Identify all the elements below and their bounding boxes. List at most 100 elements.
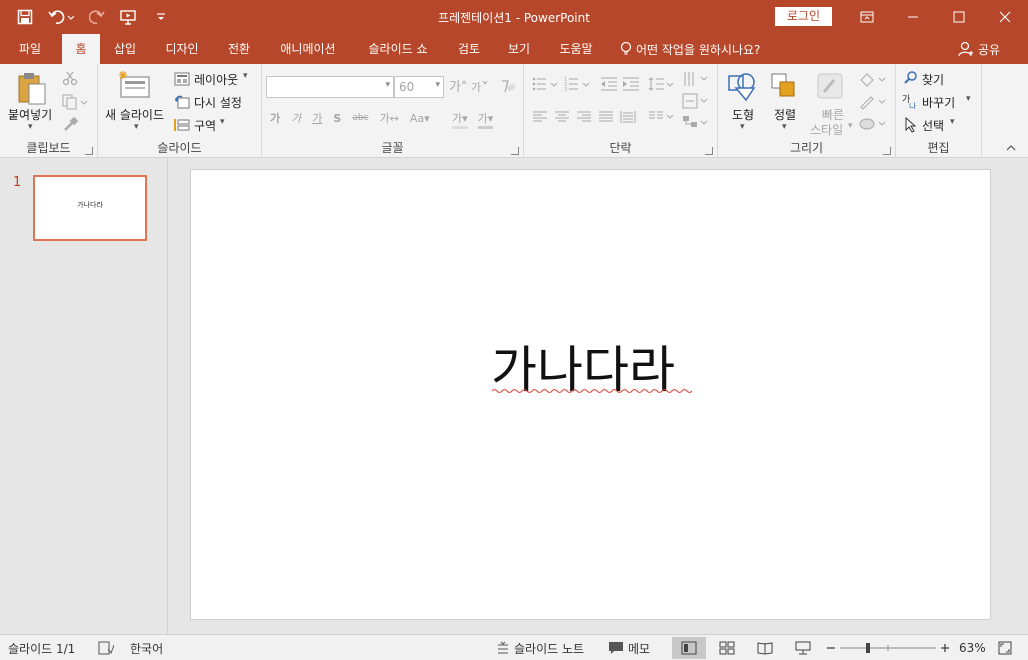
line-spacing-icon[interactable] <box>648 76 674 95</box>
increase-indent-icon[interactable] <box>622 76 640 95</box>
layout-label[interactable]: 레이아웃 <box>194 71 238 88</box>
reset-icon[interactable] <box>174 95 190 112</box>
zoom-in-icon[interactable] <box>940 635 950 660</box>
save-icon[interactable] <box>14 7 36 27</box>
smartart-icon[interactable] <box>682 114 710 135</box>
new-slide-icon[interactable] <box>118 70 152 103</box>
tab-transitions[interactable]: 전환 <box>216 34 262 64</box>
layout-dropdown-icon[interactable]: ▾ <box>243 71 248 81</box>
reset-label[interactable]: 다시 설정 <box>194 94 242 111</box>
quick-styles-dropdown-icon[interactable]: ▾ <box>848 121 853 131</box>
font-size-combobox[interactable]: 60 ▾ <box>394 76 444 98</box>
shape-fill-icon[interactable] <box>858 72 888 91</box>
distributed-icon[interactable] <box>620 110 636 124</box>
tab-design[interactable]: 디자인 <box>156 34 208 64</box>
notes-button[interactable]: 슬라이드 노트 <box>496 635 584 660</box>
clear-formatting-icon[interactable] <box>498 78 516 97</box>
slideshow-view-icon[interactable] <box>786 637 820 659</box>
underline-icon[interactable]: 가 <box>312 110 322 126</box>
replace-label[interactable]: 바꾸기 <box>922 94 955 111</box>
comments-button[interactable]: 메모 <box>608 635 650 660</box>
justify-icon[interactable] <box>598 110 614 124</box>
arrange-icon[interactable] <box>770 72 798 103</box>
slide-thumbnail[interactable]: 가나다라 <box>33 175 147 241</box>
clipboard-launcher-icon[interactable] <box>85 147 93 155</box>
close-icon[interactable] <box>982 0 1028 34</box>
share-button[interactable]: 공유 <box>958 34 1000 64</box>
paste-label[interactable]: 붙여넣기 <box>8 106 52 123</box>
paste-dropdown-icon[interactable]: ▾ <box>28 122 33 132</box>
columns-icon[interactable] <box>648 110 674 124</box>
zoom-out-icon[interactable] <box>826 635 836 660</box>
ribbon-display-options-icon[interactable] <box>844 0 890 34</box>
tab-home[interactable]: 홈 <box>62 34 100 65</box>
replace-dropdown-icon[interactable]: ▾ <box>966 94 971 104</box>
bold-icon[interactable]: 가 <box>270 110 280 126</box>
italic-icon[interactable]: 가 <box>291 110 301 126</box>
tell-me-search[interactable]: 어떤 작업을 원하시나요? <box>620 34 760 64</box>
text-direction-icon[interactable] <box>682 70 710 91</box>
section-dropdown-icon[interactable]: ▾ <box>220 117 225 127</box>
font-launcher-icon[interactable] <box>511 147 519 155</box>
tab-file[interactable]: 파일 <box>8 34 52 64</box>
font-name-dropdown-icon[interactable]: ▾ <box>385 80 390 90</box>
login-button[interactable]: 로그인 <box>775 7 832 26</box>
spelling-check-icon[interactable] <box>98 635 114 660</box>
tab-help[interactable]: 도움말 <box>550 34 602 64</box>
zoom-slider[interactable] <box>840 635 936 660</box>
shape-effects-icon[interactable] <box>858 116 888 135</box>
character-spacing-icon[interactable]: 가↔ <box>380 110 399 126</box>
align-text-icon[interactable] <box>682 92 710 113</box>
start-slideshow-icon[interactable] <box>118 7 140 27</box>
language-indicator[interactable]: 한국어 <box>130 635 163 660</box>
select-dropdown-icon[interactable]: ▾ <box>950 117 955 127</box>
highlight-color-icon[interactable]: 가▾ <box>452 110 468 129</box>
tab-view[interactable]: 보기 <box>498 34 540 64</box>
collapse-ribbon-icon[interactable] <box>1006 144 1016 155</box>
font-size-dropdown-icon[interactable]: ▾ <box>435 80 440 90</box>
customize-qat-icon[interactable] <box>150 7 172 27</box>
font-name-combobox[interactable]: ▾ <box>266 76 394 98</box>
arrange-label[interactable]: 정렬 <box>774 106 796 123</box>
undo-icon[interactable] <box>46 7 76 27</box>
find-icon[interactable] <box>904 71 918 88</box>
font-color-icon[interactable]: 가▾ <box>477 110 494 129</box>
maximize-icon[interactable] <box>936 0 982 34</box>
section-icon[interactable] <box>174 118 190 135</box>
find-label[interactable]: 찾기 <box>922 71 944 88</box>
select-icon[interactable] <box>904 116 918 136</box>
cut-icon[interactable] <box>62 70 78 89</box>
align-center-icon[interactable] <box>554 110 570 124</box>
format-painter-icon[interactable] <box>62 116 79 135</box>
copy-icon[interactable] <box>62 94 88 113</box>
quick-styles-label-2[interactable]: 스타일 <box>810 121 843 138</box>
shape-outline-icon[interactable] <box>858 94 888 113</box>
shapes-icon[interactable] <box>726 70 758 105</box>
reading-view-icon[interactable] <box>748 637 782 659</box>
increase-font-size-icon[interactable]: 가 <box>448 78 467 97</box>
shapes-label[interactable]: 도형 <box>732 106 754 123</box>
tab-slide-show[interactable]: 슬라이드 쇼 <box>356 34 440 64</box>
bullets-icon[interactable] <box>532 76 560 95</box>
replace-icon[interactable]: 가나 <box>902 93 920 112</box>
paragraph-launcher-icon[interactable] <box>705 147 713 155</box>
paste-icon[interactable] <box>16 72 48 109</box>
zoom-level[interactable]: 63% <box>959 635 986 660</box>
change-case-icon[interactable]: Aa▾ <box>410 112 430 125</box>
arrange-dropdown-icon[interactable]: ▾ <box>782 122 787 132</box>
redo-icon[interactable] <box>86 7 108 27</box>
decrease-font-size-icon[interactable]: 가 <box>470 78 488 97</box>
new-slide-label[interactable]: 새 슬라이드 <box>105 106 164 123</box>
tab-animations[interactable]: 애니메이션 <box>270 34 346 64</box>
shapes-dropdown-icon[interactable]: ▾ <box>740 122 745 132</box>
text-shadow-icon[interactable]: S <box>333 112 341 125</box>
minimize-icon[interactable] <box>890 0 936 34</box>
new-slide-dropdown-icon[interactable]: ▾ <box>134 122 139 132</box>
select-label[interactable]: 선택 <box>922 117 944 134</box>
align-left-icon[interactable] <box>532 110 548 124</box>
numbering-icon[interactable]: 123 <box>564 76 592 95</box>
fit-to-window-icon[interactable] <box>998 635 1012 660</box>
decrease-indent-icon[interactable] <box>600 76 618 95</box>
slide-canvas[interactable]: 가나다라 <box>190 169 991 620</box>
tab-review[interactable]: 검토 <box>448 34 490 64</box>
